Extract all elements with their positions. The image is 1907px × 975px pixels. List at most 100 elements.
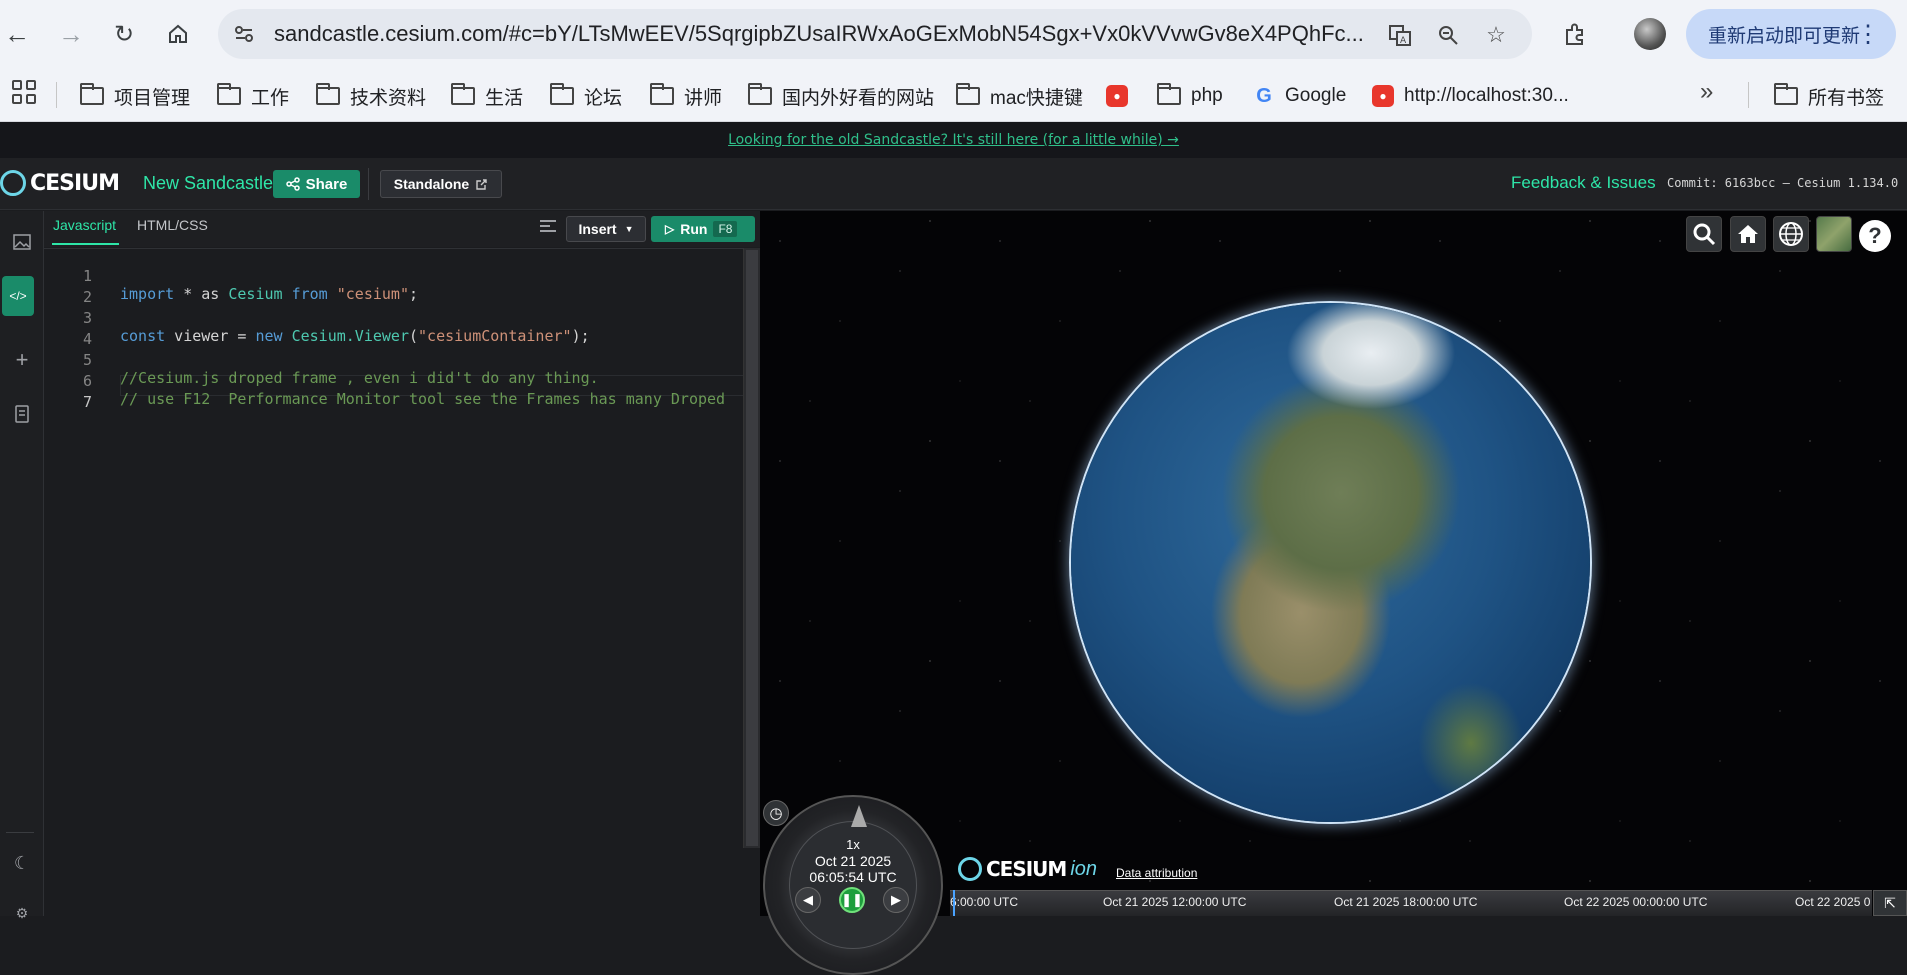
scene-mode-globe-icon[interactable] bbox=[1773, 216, 1809, 252]
cesium-logo-icon bbox=[0, 170, 26, 196]
code-line[interactable]: 7 bbox=[44, 375, 744, 411]
base-layer-picker-icon[interactable] bbox=[1816, 216, 1852, 252]
cesium-ion-credit[interactable]: CESIUM ion bbox=[958, 857, 1097, 881]
theme-moon-icon[interactable]: ☾ bbox=[0, 843, 44, 883]
forward-icon[interactable]: → bbox=[51, 14, 91, 54]
standalone-button[interactable]: Standalone bbox=[380, 170, 502, 198]
geocoder-search-icon[interactable] bbox=[1686, 216, 1722, 252]
gallery-icon[interactable] bbox=[0, 222, 44, 262]
all-bookmarks-folder[interactable]: 所有书签 bbox=[1774, 79, 1884, 113]
settings-gear-icon[interactable]: ⚙ bbox=[0, 893, 44, 933]
bookmark-star-icon[interactable]: ☆ bbox=[1482, 21, 1510, 49]
run-shortcut: F8 bbox=[713, 221, 738, 237]
timeline-tick-label: Oct 21 2025 12:00:00 UTC bbox=[1103, 895, 1247, 909]
timeline-needle[interactable] bbox=[953, 890, 955, 916]
play-reverse-icon[interactable]: ◀ bbox=[795, 887, 821, 913]
add-icon[interactable]: + bbox=[0, 340, 44, 380]
timeline-tick-label: Oct 22 2025 0 bbox=[1795, 895, 1871, 909]
code-line[interactable]: 6 // use F12 Performance Monitor tool se… bbox=[44, 354, 744, 408]
play-forward-icon[interactable]: ▶ bbox=[883, 887, 909, 913]
folder-icon bbox=[1157, 83, 1181, 105]
code-editor[interactable]: 1 import * as Cesium from "cesium"; 2 3 … bbox=[44, 248, 760, 916]
bookmark-folder[interactable]: mac快捷键 bbox=[956, 79, 1083, 113]
pause-icon[interactable]: ❚❚ bbox=[839, 887, 865, 913]
format-code-icon[interactable] bbox=[540, 220, 556, 234]
line-number: 7 bbox=[82, 393, 92, 411]
reload-icon[interactable]: ↻ bbox=[104, 14, 144, 54]
bookmark-folder[interactable]: 项目管理 bbox=[80, 79, 190, 113]
fullscreen-icon[interactable]: ⇱ bbox=[1873, 890, 1907, 916]
cesium-viewer[interactable] bbox=[760, 211, 1907, 916]
cesium-logo[interactable]: CESIUM bbox=[0, 170, 120, 196]
url-text[interactable]: sandcastle.cesium.com/#c=bY/LTsMwEEV/5Sq… bbox=[274, 21, 1384, 47]
home-icon[interactable] bbox=[158, 14, 198, 54]
code-line[interactable]: 5 //Cesium.js droped frame , even i did'… bbox=[44, 333, 744, 387]
old-sandcastle-banner: Looking for the old Sandcastle? It's sti… bbox=[0, 122, 1907, 158]
code-editor-icon[interactable]: </> bbox=[2, 276, 34, 316]
folder-icon bbox=[217, 83, 241, 105]
sandcastle-title[interactable]: New Sandcastle bbox=[143, 173, 273, 194]
bookmark-localhost[interactable]: ● http://localhost:30... bbox=[1372, 79, 1569, 113]
bookmark-label: http://localhost:30... bbox=[1404, 85, 1569, 106]
share-icon bbox=[285, 177, 300, 191]
credit-ion-text: ion bbox=[1070, 857, 1098, 880]
realtime-clock-icon[interactable]: ◷ bbox=[763, 800, 789, 826]
code-line[interactable]: 3 const viewer = new Cesium.Viewer("cesi… bbox=[44, 291, 744, 345]
docs-icon[interactable] bbox=[0, 394, 44, 434]
folder-icon bbox=[748, 83, 772, 105]
run-button[interactable]: ▷ Run F8 bbox=[651, 216, 755, 242]
old-sandcastle-link[interactable]: Looking for the old Sandcastle? It's sti… bbox=[728, 132, 1179, 148]
bookmark-folder[interactable]: 技术资料 bbox=[316, 79, 426, 113]
feedback-link[interactable]: Feedback & Issues bbox=[1511, 173, 1656, 193]
bookmark-folder[interactable]: 生活 bbox=[451, 79, 523, 113]
bookmark-folder[interactable]: 工作 bbox=[217, 79, 289, 113]
folder-icon bbox=[451, 83, 475, 105]
timeline-tick-label: Oct 22 2025 00:00:00 UTC bbox=[1564, 895, 1708, 909]
home-view-icon[interactable] bbox=[1730, 216, 1766, 252]
insert-button[interactable]: Insert ▼ bbox=[566, 216, 646, 242]
zoom-icon[interactable] bbox=[1434, 21, 1462, 49]
rail-divider bbox=[6, 832, 34, 833]
bookmark-folder[interactable]: php bbox=[1157, 79, 1223, 113]
address-bar[interactable]: sandcastle.cesium.com/#c=bY/LTsMwEEV/5Sq… bbox=[218, 9, 1532, 59]
bookmark-label: 技术资料 bbox=[350, 87, 427, 109]
timeline[interactable]: 6:00:00 UTC Oct 21 2025 12:00:00 UTC Oct… bbox=[950, 890, 1872, 916]
timeline-tick-label: 6:00:00 UTC bbox=[950, 895, 1019, 909]
more-bookmarks-icon[interactable]: » bbox=[1700, 78, 1713, 106]
credit-logo-text: CESIUM bbox=[986, 857, 1067, 881]
code-line[interactable]: 2 bbox=[44, 270, 744, 306]
code-line[interactable]: 4 bbox=[44, 312, 744, 348]
chevron-down-icon: ▼ bbox=[624, 224, 634, 234]
editor-scroll-thumb[interactable] bbox=[746, 250, 758, 846]
animation-widget[interactable]: 1x Oct 21 2025 06:05:54 UTC ◀ ❚❚ ▶ bbox=[763, 795, 943, 975]
more-menu-icon[interactable]: ⋮ bbox=[1856, 20, 1880, 49]
bookmark-google[interactable]: G Google bbox=[1253, 79, 1346, 113]
bookmark-label: Google bbox=[1285, 85, 1347, 106]
code-line[interactable]: 1 import * as Cesium from "cesium"; bbox=[44, 249, 744, 303]
tab-html-css[interactable]: HTML/CSS bbox=[137, 217, 208, 233]
site-settings-icon[interactable] bbox=[232, 22, 256, 46]
bookmark-wechat[interactable]: ● bbox=[1106, 79, 1138, 113]
header-divider bbox=[368, 168, 369, 200]
bookmark-folder[interactable]: 讲师 bbox=[650, 79, 722, 113]
play-icon: ▷ bbox=[665, 222, 675, 236]
update-button[interactable]: 重新启动即可更新 ⋮ bbox=[1686, 9, 1896, 59]
shuttle-ring-needle[interactable] bbox=[851, 805, 867, 827]
tab-javascript[interactable]: Javascript bbox=[53, 217, 116, 233]
translate-icon[interactable]: A bbox=[1386, 21, 1414, 49]
animation-speed: 1x bbox=[846, 837, 860, 852]
active-tab-indicator bbox=[52, 243, 119, 245]
data-attribution-link[interactable]: Data attribution bbox=[1116, 866, 1197, 880]
animation-time: 06:05:54 UTC bbox=[809, 869, 897, 885]
help-button[interactable]: ? bbox=[1859, 220, 1891, 252]
share-button[interactable]: Share bbox=[273, 170, 360, 198]
bookmark-label: 国内外好看的网站 bbox=[782, 87, 935, 109]
apps-icon[interactable] bbox=[12, 80, 36, 104]
profile-avatar[interactable] bbox=[1634, 18, 1666, 50]
bookmark-folder[interactable]: 国内外好看的网站 bbox=[748, 79, 934, 113]
bookmark-folder[interactable]: 论坛 bbox=[550, 79, 622, 113]
globe[interactable] bbox=[1071, 303, 1590, 822]
animation-date: Oct 21 2025 bbox=[814, 853, 892, 869]
extensions-icon[interactable] bbox=[1555, 15, 1595, 55]
update-label: 重新启动即可更新 bbox=[1708, 25, 1861, 47]
